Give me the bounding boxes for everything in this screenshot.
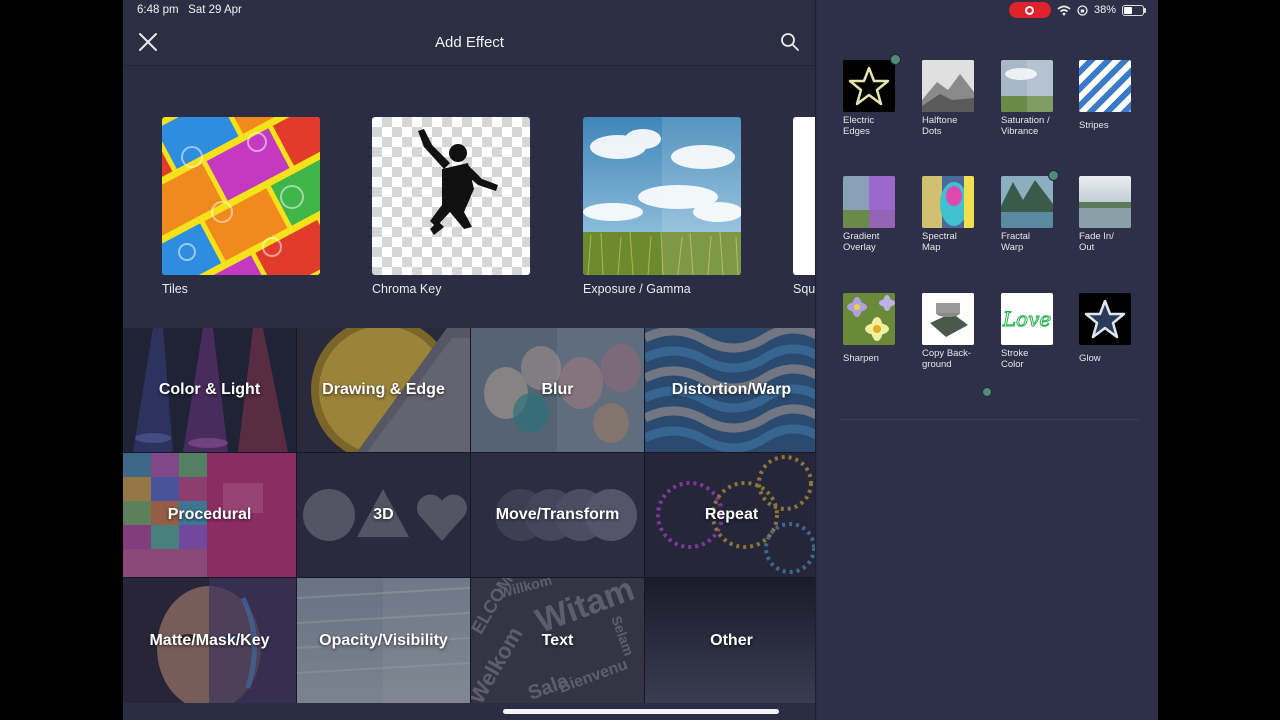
effect-saturation-vibrance[interactable]: Saturation / Vibrance xyxy=(1001,60,1071,137)
page-indicator-dot[interactable] xyxy=(982,387,992,397)
category-label: Move/Transform xyxy=(495,506,620,523)
effect-label: Gradient xyxy=(843,231,880,242)
category-other[interactable]: Other xyxy=(645,578,815,703)
home-indicator[interactable] xyxy=(503,709,779,714)
battery-percent: 38% xyxy=(1093,4,1116,16)
effect-label: Fade In/ xyxy=(1079,231,1114,242)
category-blur[interactable]: Blur xyxy=(471,328,644,452)
category-move-transform[interactable]: Move/Transform xyxy=(471,453,644,577)
effect-label: Fractal xyxy=(1001,231,1031,242)
search-icon xyxy=(781,33,799,51)
effect-label: Glow xyxy=(1079,353,1101,364)
screen-recording-indicator xyxy=(1008,2,1051,18)
effect-label: Copy Back- xyxy=(922,348,972,359)
featured-chroma-key[interactable]: Chroma Key xyxy=(372,117,532,296)
status-date: Sat 29 Apr xyxy=(188,4,242,16)
status-bar-right: 38% xyxy=(1008,2,1146,18)
effect-glow[interactable]: Glow xyxy=(1079,293,1149,364)
category-label: Procedural xyxy=(167,506,252,523)
featured-label: Squ xyxy=(793,282,816,296)
category-text[interactable]: Witam ELCOME Willkom Bienvenu Selam Welk… xyxy=(471,578,644,703)
category-label: Repeat xyxy=(704,506,759,523)
category-color-light[interactable]: Color & Light xyxy=(123,328,296,452)
effect-copy-background[interactable]: Copy Back-ground xyxy=(922,293,992,370)
effect-stroke-color[interactable]: Love Stroke Color xyxy=(1001,293,1071,370)
category-matte-mask-key[interactable]: Matte/Mask/Key xyxy=(123,578,296,703)
category-label: Text xyxy=(541,631,574,649)
effect-label: Stripes xyxy=(1079,120,1109,131)
featured-label: Chroma Key xyxy=(372,282,442,296)
tiles-thumbnail xyxy=(162,117,320,275)
update-badge xyxy=(1048,170,1059,181)
effect-fade-in-out[interactable]: Fade In/Out xyxy=(1079,176,1149,253)
stroke-thumb-text: Love xyxy=(1002,307,1052,332)
category-label: Other xyxy=(710,631,753,649)
effect-halftone-dots[interactable]: Halftone Dots xyxy=(922,60,992,137)
add-effect-panel: 6:48 pm Sat 29 Apr Add Effect Tiles Chro… xyxy=(123,0,816,720)
category-label: 3D xyxy=(373,506,394,523)
jumping-person-silhouette xyxy=(418,129,498,235)
featured-tiles[interactable]: Tiles xyxy=(162,117,322,296)
effect-label: Spectral xyxy=(922,231,957,242)
category-label: Blur xyxy=(541,381,574,398)
panel-header: Add Effect xyxy=(123,20,815,66)
category-repeat[interactable]: Repeat xyxy=(645,453,815,577)
flowers-image xyxy=(843,293,895,345)
status-time: 6:48 pm xyxy=(137,4,179,16)
battery-icon xyxy=(1122,4,1144,16)
category-label: Color & Light xyxy=(158,381,261,398)
category-distortion-warp[interactable]: Distortion/Warp xyxy=(645,328,815,452)
category-label: Distortion/Warp xyxy=(671,381,792,398)
effect-label: Halftone xyxy=(922,115,958,126)
effect-label: Electric xyxy=(843,115,875,126)
category-grid: Color & Light Drawing & Edge Blur Distor… xyxy=(123,328,815,703)
effect-label: Saturation / xyxy=(1001,115,1050,126)
chroma-key-thumbnail xyxy=(372,117,530,275)
featured-squ[interactable]: Squ xyxy=(793,117,816,296)
category-drawing-edge[interactable]: Drawing & Edge xyxy=(297,328,470,452)
effect-label: Stroke xyxy=(1001,348,1029,359)
featured-label: Tiles xyxy=(162,282,188,296)
effects-sidebar: 38% Electric Edges Halftone Dots Saturat… xyxy=(817,0,1158,720)
page-title: Add Effect xyxy=(435,34,504,51)
glowing-star-icon xyxy=(1084,299,1126,339)
effect-gradient-overlay[interactable]: Gradient Overlay xyxy=(843,176,913,253)
status-bar-left: 6:48 pm Sat 29 Apr xyxy=(137,4,242,16)
featured-exposure-gamma[interactable]: Exposure / Gamma xyxy=(583,117,743,296)
effect-label: Sharpen xyxy=(843,353,879,364)
effect-electric-edges[interactable]: Electric Edges xyxy=(843,60,913,137)
category-label: Matte/Mask/Key xyxy=(149,631,270,649)
effect-sharpen[interactable]: Sharpen xyxy=(843,293,913,364)
category-opacity-visibility[interactable]: Opacity/Visibility xyxy=(297,578,470,703)
featured-carousel[interactable]: Tiles Chroma Key Exposure / Gamma Squ xyxy=(123,66,816,328)
orientation-lock-icon xyxy=(1077,4,1088,16)
featured-label: Exposure / Gamma xyxy=(583,282,691,296)
category-3d[interactable]: 3D xyxy=(297,453,470,577)
category-procedural[interactable]: Procedural xyxy=(123,453,296,577)
effect-fractal-warp[interactable]: Fractal Warp xyxy=(1001,176,1071,253)
category-label: Opacity/Visibility xyxy=(319,631,448,649)
exposure-gamma-thumbnail xyxy=(583,117,741,275)
update-badge xyxy=(890,54,901,65)
wifi-icon xyxy=(1057,5,1071,15)
star-outline-icon xyxy=(848,66,890,106)
effect-stripes[interactable]: Stripes xyxy=(1079,60,1149,131)
divider xyxy=(839,419,1139,420)
category-label: Drawing & Edge xyxy=(322,381,445,398)
app-screen: 6:48 pm Sat 29 Apr Add Effect Tiles Chro… xyxy=(123,0,1158,720)
squ-thumbnail xyxy=(793,117,815,275)
effect-spectral-map[interactable]: Spectral Map xyxy=(922,176,992,253)
search-button[interactable] xyxy=(780,32,800,52)
